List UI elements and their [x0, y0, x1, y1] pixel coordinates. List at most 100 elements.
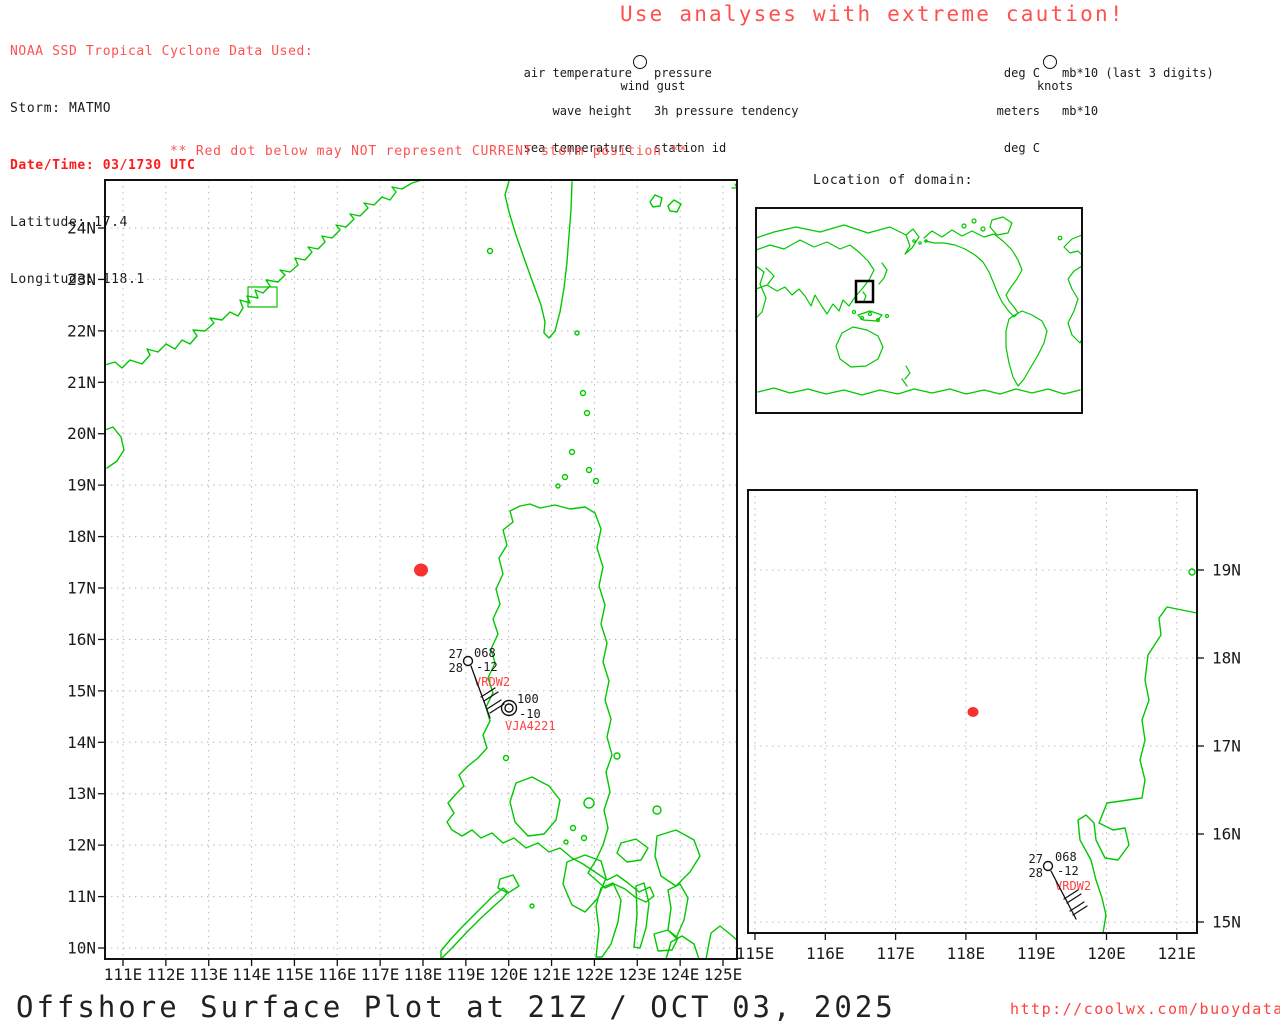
world-inset-map: [755, 207, 1083, 414]
zoom-coastline-luzon-west: [1077, 606, 1198, 934]
vrdw2-id: VRDW2: [474, 675, 510, 689]
world-greenland: [989, 216, 1013, 236]
unit-air-temperature: deg C: [1003, 66, 1040, 80]
world-europe: [1063, 234, 1083, 256]
coastline-negros: [595, 882, 622, 958]
vrdw2-pressure: 068: [1055, 850, 1077, 864]
unit-wind-gust: knots: [1036, 79, 1074, 93]
legend-wave-height: wave height: [552, 103, 632, 118]
lon-label: 123E: [618, 965, 657, 980]
world-arabia: [765, 267, 775, 285]
world-japan: [878, 262, 888, 285]
vrdw2-tendency: -12: [476, 660, 498, 674]
islet-romblon-1: [569, 824, 577, 832]
page: { "title_block": { "line1": "NOAA SSD Tr…: [0, 0, 1280, 1024]
inset-map-border: [755, 207, 1083, 414]
red-dot-warning: ** Red dot below may NOT represent CURRE…: [170, 144, 688, 159]
lon-label: 119E: [447, 965, 486, 980]
coastline-taiwan: [504, 180, 573, 339]
inset-map-title: Location of domain:: [813, 173, 974, 188]
world-africa-east: [1067, 265, 1083, 344]
lon-label: 111E: [104, 965, 143, 980]
lon-label: 112E: [147, 965, 186, 980]
lat-label: 22N: [67, 321, 96, 340]
plot-title: Offshore Surface Plot at 21Z / OCT 03, 2…: [16, 990, 896, 1024]
world-new-zealand: [904, 365, 911, 380]
legend-units-left: deg C meters deg C: [940, 42, 1040, 167]
unit-wave-height: meters: [996, 103, 1040, 118]
vrdw2-air-temp: 27: [449, 647, 463, 661]
storm-position-dot: [414, 563, 428, 577]
vja4221-pressure: 100: [517, 692, 539, 706]
lat-label: 24N: [67, 219, 96, 238]
vrdw2-sea-temp: 28: [1029, 866, 1043, 880]
unit-pressure-tendency: mb*10: [1062, 103, 1099, 118]
lat-label: 17N: [67, 579, 96, 598]
islet-polillo: [613, 752, 621, 760]
world-britain: [1057, 235, 1063, 241]
lon-label: 118E: [947, 944, 986, 963]
lon-label: 116E: [318, 965, 357, 980]
coastline-mindoro: [509, 776, 561, 837]
legend-pressure: pressure: [654, 66, 712, 80]
zoom-map-grid: 115E 116E 117E 118E 119E 120E 121E 19N 18N 17N 16N…: [736, 490, 1241, 963]
vrdw2-tendency: -12: [1057, 864, 1079, 878]
station-circle-icon: [1042, 860, 1054, 872]
world-new-zealand-south: [901, 378, 908, 387]
coastline-samar: [654, 829, 701, 887]
islet-marinduque: [583, 797, 595, 809]
coastline-mindanao-1: [665, 935, 700, 960]
vrdw2-sea-temp: 28: [449, 661, 463, 675]
zoom-map-coastlines: [1077, 568, 1198, 934]
lat-label: 14N: [67, 733, 96, 752]
buoy-symbol-units-icon: [1043, 55, 1057, 69]
vja4221-id: VJA4221: [505, 719, 556, 733]
lat-label: 21N: [67, 373, 96, 392]
lat-label: 17N: [1212, 737, 1241, 756]
world-africa-west-edge: [755, 265, 767, 319]
islet-lubang: [502, 754, 510, 762]
coastline-cebu: [633, 882, 650, 949]
vrdw2-pressure: 068: [474, 646, 496, 660]
lon-label: 114E: [232, 965, 271, 980]
lon-label: 119E: [1017, 944, 1056, 963]
zoom-map: 115E 116E 117E 118E 119E 120E 121E 19N 18N 17N 16N…: [736, 489, 1241, 963]
buoy-symbol-icon: [633, 55, 647, 69]
storm-name-line: Storm: MATMO: [10, 101, 112, 116]
lon-label: 116E: [806, 944, 845, 963]
main-map: 111E 112E 113E 114E 115E 116E 117E 118E 119E 120E…: [67, 179, 742, 980]
world-antarctica: [757, 387, 1081, 396]
lon-label: 120E: [1087, 944, 1126, 963]
coastline-busuanga: [497, 874, 520, 894]
lon-label: 121E: [1158, 944, 1197, 963]
legend-wind-gust: wind gust: [620, 79, 686, 93]
coastline-south-china: [104, 179, 423, 369]
islet-yaeyama-2: [667, 199, 682, 213]
lat-label: 23N: [67, 270, 96, 289]
coastline-masbate: [616, 838, 649, 863]
lon-label: 117E: [361, 965, 400, 980]
lat-label: 10N: [67, 939, 96, 958]
storm-position-dot-zoom: [967, 707, 979, 717]
coastline-leyte: [667, 883, 689, 939]
lon-label: 124E: [661, 965, 700, 980]
lat-label: 15N: [1212, 913, 1241, 932]
islet-catanduanes: [652, 805, 662, 815]
lon-label: 121E: [532, 965, 571, 980]
islet-yaeyama-1: [649, 194, 663, 208]
world-kamchatka: [904, 234, 920, 255]
world-indonesia: [851, 309, 890, 323]
lat-label: 16N: [1212, 825, 1241, 844]
islet-romblon-2: [580, 834, 588, 842]
lon-label: 118E: [404, 965, 443, 980]
world-siberia: [755, 224, 920, 239]
world-north-america: [923, 229, 1023, 318]
lat-label: 11N: [67, 887, 96, 906]
caution-banner: Use analyses with extreme caution!: [620, 2, 1125, 26]
lon-label: 115E: [275, 965, 314, 980]
lat-label: 19N: [1212, 561, 1241, 580]
station-circle-icon: [462, 655, 474, 667]
lat-label: 13N: [67, 784, 96, 803]
lon-label: 113E: [189, 965, 228, 980]
lat-label: 19N: [67, 476, 96, 495]
